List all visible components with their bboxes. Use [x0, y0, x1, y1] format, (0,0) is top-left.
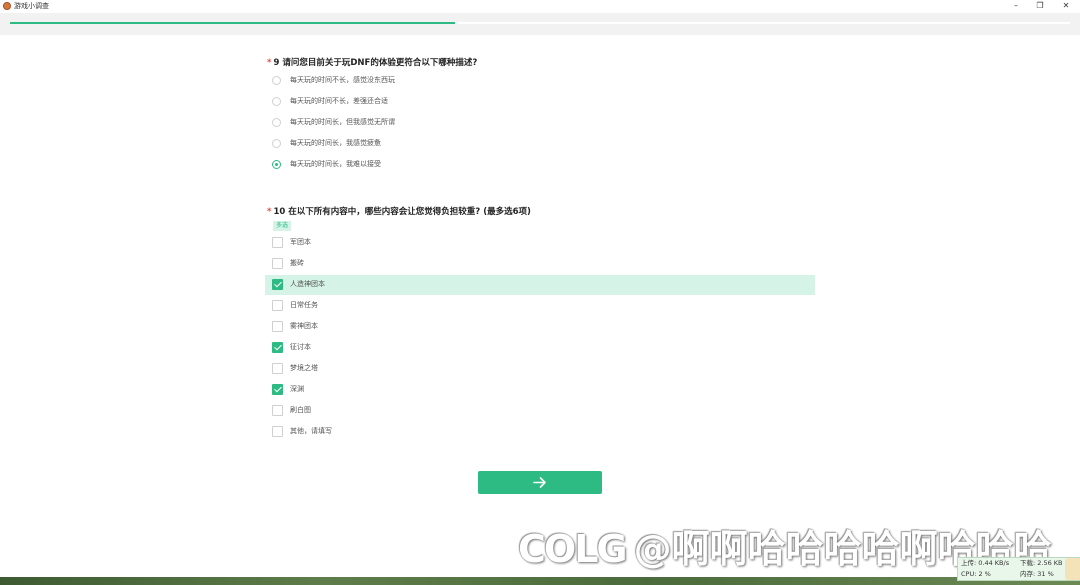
cpu-usage: CPU: 2 % — [961, 570, 991, 578]
radio-button[interactable] — [272, 139, 281, 148]
multi-select-tag: 多选 — [273, 221, 292, 231]
radio-button[interactable] — [272, 97, 281, 106]
q10-option[interactable]: 刷白图 — [265, 401, 815, 421]
question-number: 9 — [273, 58, 280, 68]
required-mark: * — [267, 58, 272, 68]
progress-fill — [10, 22, 456, 24]
option-label: 每天玩的时间长，我难以接受 — [290, 160, 381, 168]
question-10-title: * 10 在以下所有内容中，哪些内容会让您觉得负担较重? (最多选6项) — [267, 205, 531, 217]
q10-option[interactable]: 搬砖 — [265, 254, 815, 274]
q10-option[interactable]: 军团本 — [265, 233, 815, 253]
checkbox-checked[interactable] — [272, 279, 283, 290]
arrow-right-icon — [533, 477, 546, 488]
checkbox[interactable] — [272, 258, 283, 269]
option-label: 搬砖 — [290, 259, 304, 267]
desktop-background-strip — [0, 577, 1080, 585]
option-label: 日常任务 — [290, 301, 318, 309]
mascot-icon — [1065, 558, 1080, 580]
window-title: 游戏小调查 — [14, 2, 49, 10]
question-9-title: * 9 请问您目前关于玩DNF的体验更符合以下哪种描述? — [267, 56, 477, 68]
option-label: 每天玩的时间长，但我感觉无所谓 — [290, 118, 395, 126]
network-monitor-widget[interactable]: 上传: 0.44 KB/s 下载: 2.56 KB CPU: 2 % 内存: 3… — [957, 557, 1080, 581]
radio-button[interactable] — [272, 76, 281, 85]
memory-usage: 内存: 31 % — [1020, 570, 1054, 578]
watermark: COLG @啊啊哈哈哈哈啊哈哈哈 — [518, 518, 1052, 571]
option-label: 人造神团本 — [290, 280, 325, 288]
watermark-logo: COLG — [518, 527, 628, 571]
q10-option-highlighted[interactable]: 人造神团本 — [265, 275, 815, 295]
option-label: 深渊 — [290, 385, 304, 393]
checkbox-checked[interactable] — [272, 342, 283, 353]
q10-option[interactable]: 梦境之塔 — [265, 359, 815, 379]
title-bar: 游戏小调查 – ❐ ✕ — [0, 0, 1080, 13]
q9-option[interactable]: 每天玩的时间长，我难以接受 — [265, 155, 815, 175]
q10-option[interactable]: 其他，请填写 — [265, 422, 815, 442]
q10-option[interactable]: 征讨本 — [265, 338, 815, 358]
progress-track — [10, 22, 1070, 24]
next-button[interactable] — [478, 471, 602, 494]
option-label: 每天玩的时间不长，感觉没东西玩 — [290, 76, 395, 84]
close-button[interactable]: ✕ — [1056, 0, 1076, 12]
checkbox[interactable] — [272, 321, 283, 332]
q10-option[interactable]: 深渊 — [265, 380, 815, 400]
app-icon — [3, 2, 11, 10]
download-speed: 下载: 2.56 KB — [1020, 559, 1063, 567]
checkbox[interactable] — [272, 300, 283, 311]
q9-option[interactable]: 每天玩的时间长，我感觉疲惫 — [265, 134, 815, 154]
checkbox[interactable] — [272, 405, 283, 416]
option-label: 每天玩的时间长，我感觉疲惫 — [290, 139, 381, 147]
q9-option[interactable]: 每天玩的时间不长，感觉没东西玩 — [265, 71, 815, 91]
option-label: 其他，请填写 — [290, 427, 332, 435]
option-label: 雾神团本 — [290, 322, 318, 330]
checkbox[interactable] — [272, 426, 283, 437]
progress-area — [0, 13, 1080, 35]
option-label: 征讨本 — [290, 343, 311, 351]
radio-button-selected[interactable] — [272, 160, 281, 169]
minimize-button[interactable]: – — [1006, 0, 1026, 12]
question-number: 10 — [273, 207, 286, 217]
q10-option[interactable]: 雾神团本 — [265, 317, 815, 337]
question-text: 请问您目前关于玩DNF的体验更符合以下哪种描述? — [282, 58, 478, 68]
option-label: 军团本 — [290, 238, 311, 246]
q9-option[interactable]: 每天玩的时间长，但我感觉无所谓 — [265, 113, 815, 133]
upload-speed: 上传: 0.44 KB/s — [961, 559, 1010, 567]
q9-option[interactable]: 每天玩的时间不长，差强还合适 — [265, 92, 815, 112]
checkbox-checked[interactable] — [272, 384, 283, 395]
option-label: 梦境之塔 — [290, 364, 318, 372]
checkbox[interactable] — [272, 363, 283, 374]
required-mark: * — [267, 207, 272, 217]
checkbox[interactable] — [272, 237, 283, 248]
option-label: 每天玩的时间不长，差强还合适 — [290, 97, 388, 105]
question-text: 在以下所有内容中，哪些内容会让您觉得负担较重? (最多选6项) — [288, 207, 531, 217]
radio-button[interactable] — [272, 118, 281, 127]
restore-button[interactable]: ❐ — [1030, 0, 1050, 12]
q10-option[interactable]: 日常任务 — [265, 296, 815, 316]
option-label: 刷白图 — [290, 406, 311, 414]
